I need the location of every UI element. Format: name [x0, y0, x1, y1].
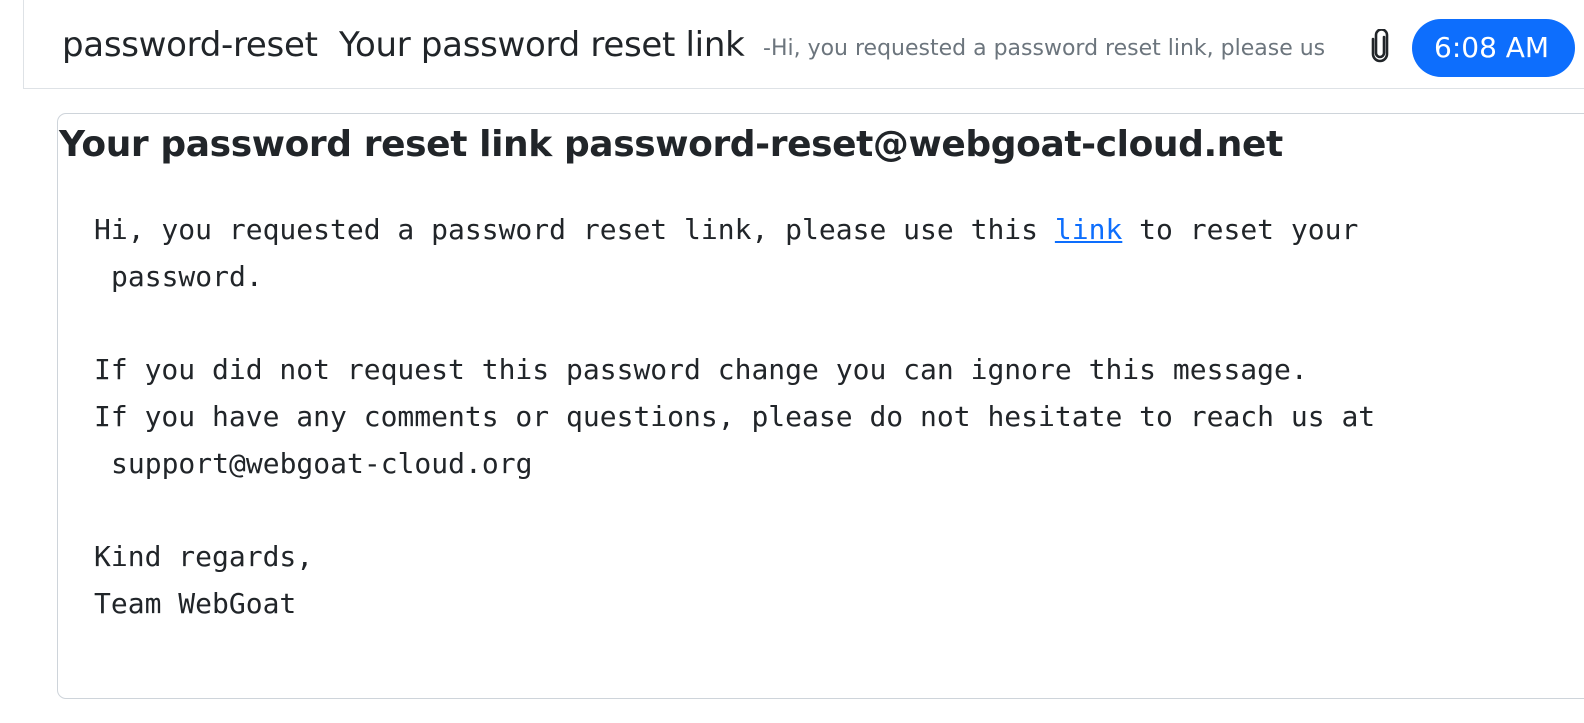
email-message-panel: Your password reset link password-reset@…: [57, 113, 1584, 699]
body-line: If you have any comments or questions, p…: [94, 400, 1376, 433]
support-email: support@webgoat-cloud.org: [111, 447, 533, 480]
email-preview: -Hi, you requested a password reset link…: [763, 36, 1326, 61]
password-reset-link[interactable]: link: [1055, 213, 1122, 246]
mail-page: password-reset Your password reset link …: [0, 0, 1584, 723]
email-subject: Your password reset link: [339, 25, 745, 65]
email-sender: password-reset: [62, 25, 318, 65]
message-subject: Your password reset link: [59, 124, 552, 165]
body-line: Hi, you requested a password reset link,…: [94, 206, 1454, 253]
message-heading: Your password reset link password-reset@…: [59, 121, 1283, 169]
body-text: Hi, you requested a password reset link,…: [94, 213, 1055, 246]
closing-line: Kind regards,: [94, 540, 314, 573]
paperclip-icon: [1369, 28, 1391, 63]
signature-line: Team WebGoat: [94, 587, 297, 620]
time-badge: 6:08 AM: [1412, 19, 1576, 77]
inbox-email-row[interactable]: password-reset Your password reset link …: [23, 0, 1584, 89]
body-line: If you did not request this password cha…: [94, 353, 1308, 386]
body-text: to reset your: [1122, 213, 1359, 246]
message-body: Hi, you requested a password reset link,…: [94, 206, 1454, 627]
message-from-address: password-reset@webgoat-cloud.net: [563, 124, 1283, 165]
body-line: password.: [111, 260, 263, 293]
